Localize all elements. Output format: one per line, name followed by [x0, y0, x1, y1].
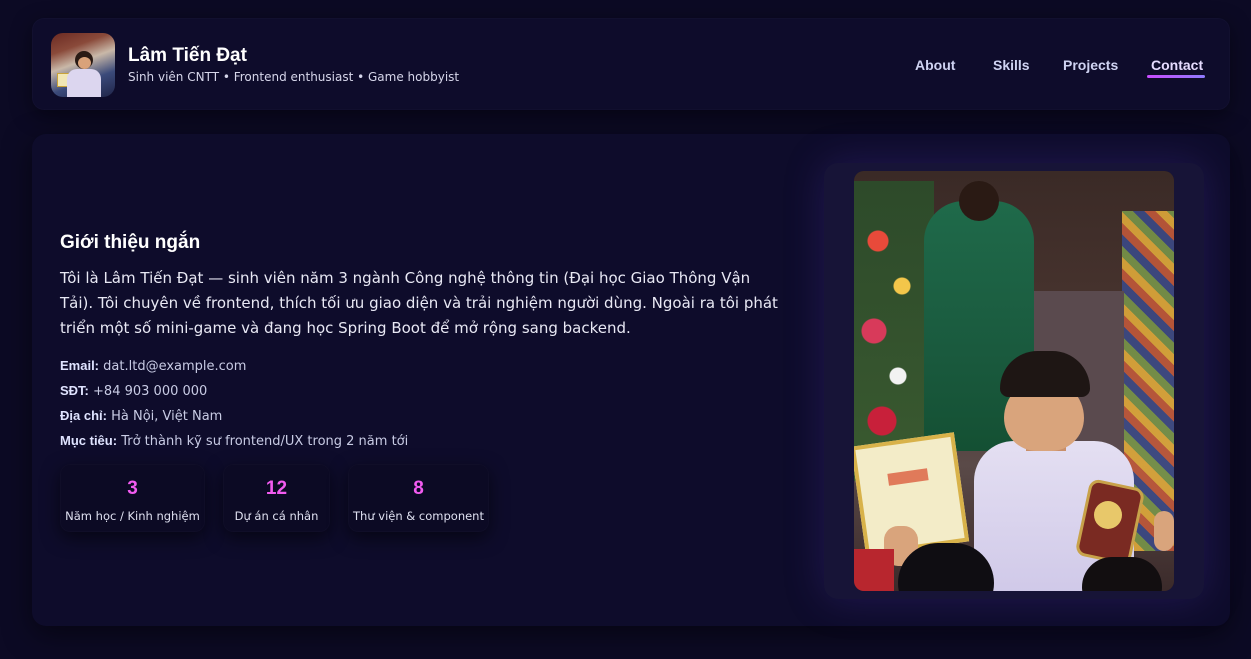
stat-label: Dự án cá nhân [234, 509, 319, 523]
main-nav: About Skills Projects Contact [32, 57, 1230, 81]
intro-paragraph: Tôi là Lâm Tiến Đạt — sinh viên năm 3 ng… [60, 269, 778, 337]
stat-value: 3 [127, 478, 138, 499]
stat-label: Thư viện & component [353, 509, 484, 523]
nav-skills[interactable]: Skills [993, 57, 1030, 73]
stat-label: Năm học / Kinh nghiệm [65, 509, 200, 523]
goal-label: Mục tiêu: [60, 433, 118, 448]
goal-value: Trở thành kỹ sư frontend/UX trong 2 năm … [121, 434, 409, 449]
career-goal: Mục tiêu: Trở thành kỹ sư frontend/UX tr… [60, 433, 780, 449]
nav-about[interactable]: About [915, 57, 955, 73]
site-header: Lâm Tiến Đạt Sinh viên CNTT • Frontend e… [32, 18, 1230, 110]
active-nav-indicator [1147, 75, 1205, 78]
phone-value: +84 903 000 000 [93, 384, 208, 399]
nav-contact[interactable]: Contact [1151, 57, 1203, 73]
nav-projects[interactable]: Projects [1063, 57, 1118, 73]
stat-value: 8 [413, 478, 424, 499]
about-section: Giới thiệu ngắn Tôi là Lâm Tiến Đạt — si… [32, 134, 1230, 626]
stat-card-experience: 3 Năm học / Kinh nghiệm [60, 464, 205, 532]
contact-address: Địa chỉ: Hà Nội, Việt Nam [60, 408, 780, 424]
profile-photo-frame [824, 163, 1204, 599]
profile-photo [854, 171, 1174, 591]
email-value: dat.ltd@example.com [103, 359, 247, 374]
contact-email: Email: dat.ltd@example.com [60, 358, 780, 374]
contact-phone: SĐT: +84 903 000 000 [60, 383, 780, 399]
stat-card-libraries: 8 Thư viện & component [348, 464, 489, 532]
stat-card-projects: 12 Dự án cá nhân [223, 464, 330, 532]
section-title: Giới thiệu ngắn [60, 232, 201, 253]
address-value: Hà Nội, Việt Nam [111, 409, 223, 424]
stat-value: 12 [265, 478, 288, 499]
address-label: Địa chỉ: [60, 408, 107, 423]
phone-label: SĐT: [60, 383, 89, 398]
email-label: Email: [60, 358, 100, 373]
